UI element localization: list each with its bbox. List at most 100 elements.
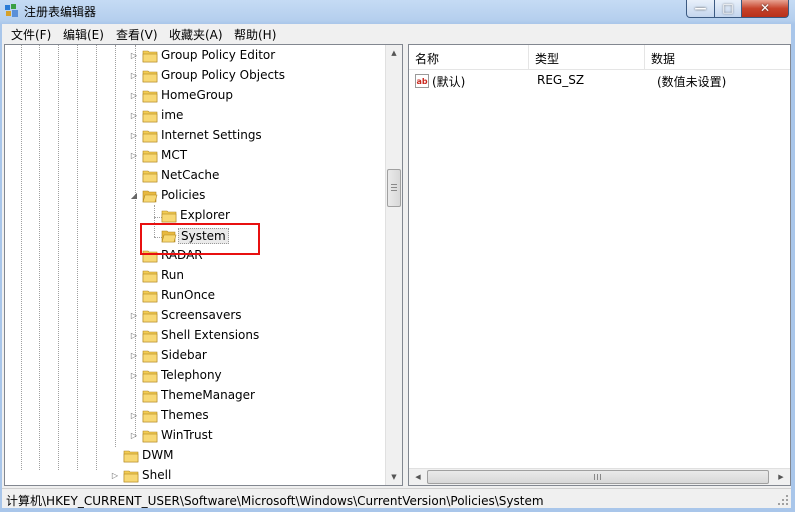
tree-node-label[interactable]: HomeGroup [159, 88, 235, 102]
tree-node[interactable]: ThemeManager [5, 387, 385, 407]
regedit-app-icon [5, 4, 18, 17]
close-button[interactable]: ✕ [741, 0, 789, 18]
tree-node[interactable]: NetCache [5, 167, 385, 187]
maximize-button[interactable]: □ [714, 0, 742, 18]
tree-node-label[interactable]: RunOnce [159, 288, 217, 302]
expand-arrow-icon[interactable]: ▷ [129, 51, 139, 61]
tree-node-label[interactable]: Screensavers [159, 308, 244, 322]
expand-arrow-icon[interactable]: ▷ [129, 111, 139, 121]
tree-node-label[interactable]: Run [159, 268, 186, 282]
expand-arrow-icon[interactable]: ▷ [129, 411, 139, 421]
tree-node[interactable]: Run [5, 267, 385, 287]
column-header-data[interactable]: 数据 [645, 45, 790, 69]
tree-node-label[interactable]: Themes [159, 408, 211, 422]
tree-node-label[interactable]: Explorer [178, 208, 232, 222]
tree-node[interactable]: ▷ Group Policy Objects [5, 67, 385, 87]
column-header-name[interactable]: 名称 [409, 45, 529, 69]
tree-node-label[interactable]: MCT [159, 148, 189, 162]
expand-arrow-icon[interactable]: ▷ [129, 311, 139, 321]
tree-node-label[interactable]: DWM [140, 448, 175, 462]
tree-node[interactable]: ▷ WinTrust [5, 427, 385, 447]
tree-node-label[interactable]: Shell [140, 468, 173, 482]
values-list[interactable]: 名称 类型 数据 ab (默认) REG_SZ (数值未设置) ◀ ▶ [408, 44, 791, 486]
tree-node[interactable]: ▷ Group Policy Editor [5, 47, 385, 67]
maximize-icon: □ [722, 1, 734, 15]
tree-node[interactable]: ◢ Policies [5, 187, 385, 207]
tree-node-label[interactable]: Group Policy Objects [159, 68, 287, 82]
folder-icon [142, 110, 158, 123]
tree-node[interactable]: ▷ Internet Settings [5, 127, 385, 147]
tree-node[interactable]: ▷ Shell [5, 467, 385, 485]
split-panes: ▷ Group Policy Editor ▷ Group Policy Object… [2, 44, 791, 488]
minimize-icon: — [694, 1, 707, 15]
column-header-type[interactable]: 类型 [529, 45, 645, 69]
minimize-button[interactable]: — [686, 0, 715, 18]
menu-file[interactable]: 文件(F) [11, 26, 51, 43]
value-name[interactable]: (默认) [432, 73, 465, 90]
tree-node[interactable]: ▷ HomeGroup [5, 87, 385, 107]
tree-node-label[interactable]: Policies [159, 188, 207, 202]
string-value-icon: ab [415, 74, 429, 88]
thumb-grip [600, 474, 601, 480]
expand-arrow-icon[interactable]: ▷ [129, 371, 139, 381]
scroll-left-arrow-icon[interactable]: ◀ [410, 469, 426, 485]
resize-grip-icon[interactable] [777, 494, 789, 506]
tree-vertical-scrollbar[interactable]: ▲ ▼ [385, 45, 402, 485]
tree-node-label[interactable]: Shell Extensions [159, 328, 261, 342]
thumb-grip [594, 474, 595, 480]
title-bar[interactable]: 注册表编辑器 — □ ✕ [0, 0, 795, 22]
horizontal-scroll-thumb[interactable] [427, 470, 769, 484]
folder-icon [142, 430, 158, 443]
folder-icon [142, 290, 158, 303]
tree-node[interactable]: ▷ Telephony [5, 367, 385, 387]
tree-node[interactable]: ▷ Screensavers [5, 307, 385, 327]
tree-node-label[interactable]: Telephony [159, 368, 224, 382]
tree-node-label[interactable]: Group Policy Editor [159, 48, 277, 62]
expand-arrow-icon[interactable]: ▷ [129, 131, 139, 141]
expand-arrow-icon[interactable]: ▷ [129, 331, 139, 341]
menu-favorites[interactable]: 收藏夹(A) [169, 26, 223, 43]
folder-icon [142, 410, 158, 423]
status-bar: 计算机\HKEY_CURRENT_USER\Software\Microsoft… [2, 488, 791, 508]
registry-editor-window: 注册表编辑器 — □ ✕ 文件(F) 编辑(E) 查看(V) 收藏夹(A) 帮助… [0, 0, 795, 512]
folder-icon [142, 310, 158, 323]
menu-view[interactable]: 查看(V) [116, 26, 158, 43]
tree-node[interactable]: DWM [5, 447, 385, 467]
collapse-arrow-icon[interactable]: ◢ [129, 191, 139, 201]
tree-node[interactable]: ▷ Themes [5, 407, 385, 427]
scroll-down-arrow-icon[interactable]: ▼ [386, 469, 402, 485]
tree-node[interactable]: ▷ MCT [5, 147, 385, 167]
tree-node[interactable]: RunOnce [5, 287, 385, 307]
expand-arrow-icon[interactable]: ▷ [129, 431, 139, 441]
tree-node[interactable]: ▷ ime [5, 107, 385, 127]
folder-icon [142, 370, 158, 383]
value-data: (数值未设置) [657, 75, 727, 89]
folder-icon [142, 50, 158, 63]
menu-edit[interactable]: 编辑(E) [63, 26, 104, 43]
folder-icon [142, 270, 158, 283]
tree-node[interactable]: ▷ Sidebar [5, 347, 385, 367]
tree-node-label[interactable]: Internet Settings [159, 128, 264, 142]
menu-bar: 文件(F) 编辑(E) 查看(V) 收藏夹(A) 帮助(H) [2, 24, 791, 44]
expand-arrow-icon[interactable]: ▷ [129, 71, 139, 81]
list-horizontal-scrollbar[interactable]: ◀ ▶ [409, 468, 790, 485]
expand-arrow-icon[interactable]: ▷ [129, 351, 139, 361]
tree-node[interactable]: ▷ Shell Extensions [5, 327, 385, 347]
registry-tree[interactable]: ▷ Group Policy Editor ▷ Group Policy Object… [4, 44, 403, 486]
tree-node-label[interactable]: ime [159, 108, 185, 122]
vertical-scroll-thumb[interactable] [387, 169, 401, 207]
menu-help[interactable]: 帮助(H) [234, 26, 276, 43]
expand-arrow-icon[interactable]: ▷ [129, 151, 139, 161]
scroll-up-arrow-icon[interactable]: ▲ [386, 45, 402, 61]
tree-node-label[interactable]: WinTrust [159, 428, 215, 442]
tree-node-label[interactable]: Sidebar [159, 348, 209, 362]
svg-text:ab: ab [417, 77, 428, 86]
folder-icon [142, 90, 158, 103]
tree-node-label[interactable]: NetCache [159, 168, 221, 182]
red-highlight-annotation [140, 223, 260, 255]
folder-icon [142, 190, 158, 203]
expand-arrow-icon[interactable]: ▷ [129, 91, 139, 101]
scroll-right-arrow-icon[interactable]: ▶ [773, 469, 789, 485]
expand-arrow-icon[interactable]: ▷ [110, 471, 120, 481]
tree-node-label[interactable]: ThemeManager [159, 388, 257, 402]
